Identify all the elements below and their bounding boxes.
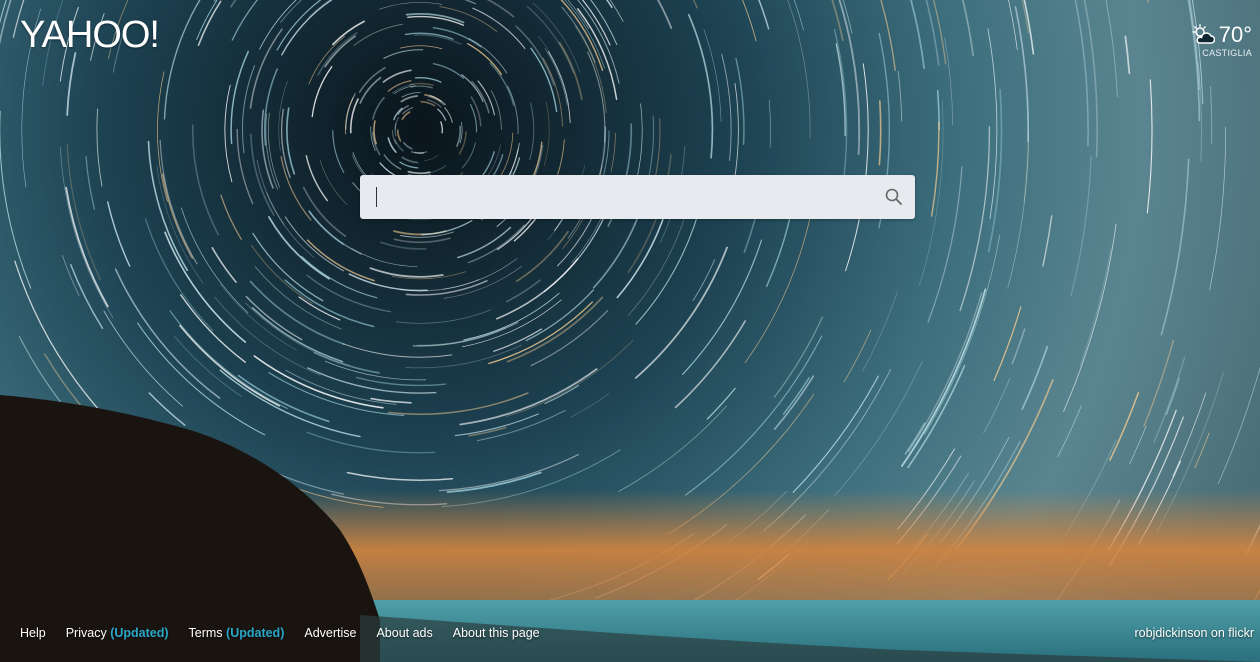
background-photo-star-trails: [0, 0, 1260, 662]
yahoo-logo[interactable]: YAHOO!: [20, 14, 160, 57]
updated-tag: (Updated): [110, 626, 169, 640]
footer-link-label: Help: [20, 626, 46, 640]
footer-links: Help Privacy (Updated) Terms (Updated) A…: [20, 626, 560, 640]
yahoo-homepage: YAHOO! 70° CASTIGLIA Help Privacy (Updat…: [0, 0, 1260, 662]
weather-widget[interactable]: 70° CASTIGLIA: [1162, 22, 1252, 58]
footer-link-label: About this page: [452, 626, 540, 640]
updated-tag: (Updated): [226, 626, 285, 640]
weather-temperature: 70°: [1218, 22, 1252, 47]
footer-link-label: About ads: [376, 626, 433, 640]
text-caret: [376, 187, 377, 207]
search-button[interactable]: [883, 186, 905, 208]
footer-link-privacy[interactable]: Privacy (Updated): [66, 626, 169, 640]
weather-location: CASTIGLIA: [1202, 48, 1252, 58]
search-input[interactable]: [372, 181, 866, 215]
footer-link-label: Terms: [188, 626, 223, 640]
footer-link-about-ads[interactable]: About ads: [376, 626, 432, 640]
footer-link-terms[interactable]: Terms (Updated): [189, 626, 285, 640]
partly-sunny-icon: [1192, 24, 1215, 44]
footer-link-advertise[interactable]: Advertise: [304, 626, 356, 640]
footer-link-label: Privacy: [65, 626, 107, 640]
search-icon: [885, 188, 902, 205]
footer-link-help[interactable]: Help: [20, 626, 46, 640]
search-box: [360, 175, 915, 219]
footer-link-label: Advertise: [304, 626, 357, 640]
footer-link-about-page[interactable]: About this page: [453, 626, 540, 640]
photo-credit-link[interactable]: robjdickinson on flickr: [1135, 626, 1255, 640]
